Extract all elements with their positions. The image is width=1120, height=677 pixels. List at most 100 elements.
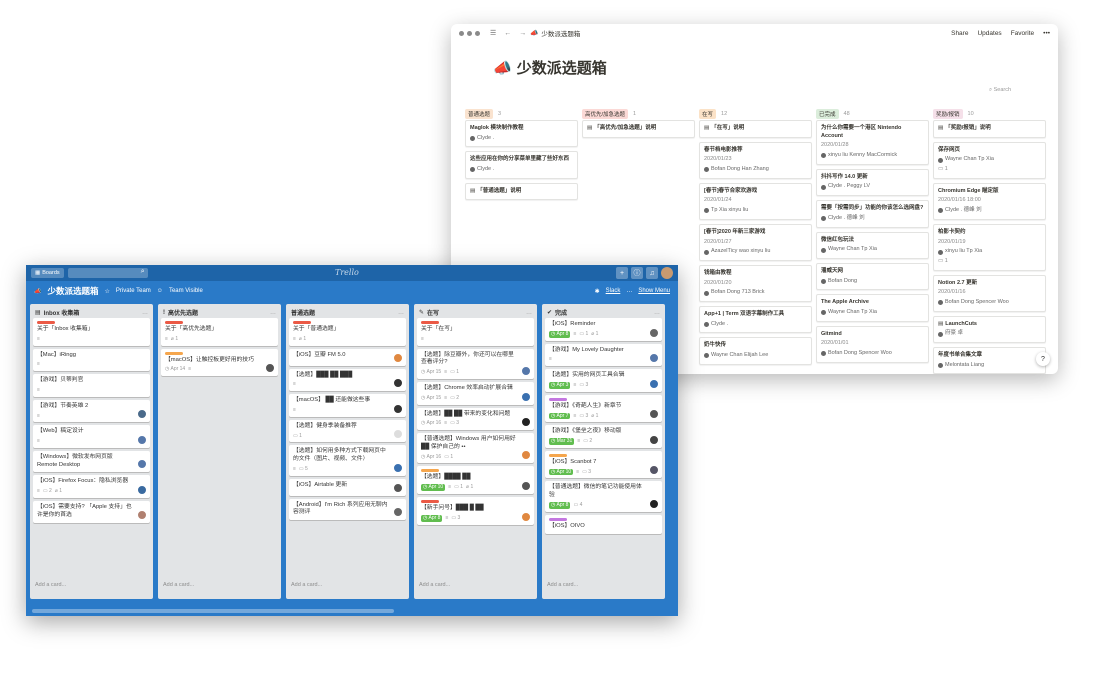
add-card-link[interactable]: Add a card... — [161, 580, 278, 588]
window-controls[interactable] — [459, 30, 480, 36]
trello-card[interactable]: 【iOS】需要支持? 「Apple 支持」也许是你的首选 — [33, 501, 150, 523]
board-card[interactable]: Maglok 模块制作教程 Clyde . — [465, 120, 578, 148]
column-tag[interactable]: 高优先/加急选题 — [582, 109, 629, 119]
trello-card[interactable]: 【iOS】Reminder ◷ Apr 8 ≡ ▭ 1 ⌀ 1 — [545, 318, 662, 341]
help-button[interactable]: ? — [1036, 352, 1050, 366]
list-menu-icon[interactable]: … — [398, 310, 404, 316]
trello-card[interactable]: 【iOS】豆瓣 FM 5.0 — [289, 348, 406, 366]
trello-logo[interactable]: Trello — [335, 268, 359, 277]
team-button[interactable]: Private Team — [116, 288, 151, 294]
trello-card[interactable]: 【游戏】《堡垒之夜》移动版 ◷ Mar 31 ≡ ▭ 2 — [545, 425, 662, 448]
trello-card[interactable]: 【新手问号】███ █ ██ ◷ Apr 8 ≡ ▭ 3 — [417, 497, 534, 525]
list-header[interactable]: ! 高优先选题… — [161, 307, 278, 318]
member-avatar[interactable] — [521, 391, 531, 402]
column-tag[interactable]: 已完成 — [816, 109, 839, 119]
board-card[interactable]: 年度书单合集文章 Melontata Liang — [933, 347, 1046, 374]
board-card[interactable]: ▤ 「高优先/加急选题」说明 — [582, 120, 695, 138]
trello-card[interactable]: 【普通选题】Windows 用户如何用好 ██ 保护自己的 •• ◷ Apr 16… — [417, 433, 534, 464]
list-header[interactable]: ✔ 完成… — [545, 307, 662, 318]
updates-button[interactable]: Updates — [977, 30, 1001, 37]
board-card[interactable]: 钱箱由教程 2020/01/20 Bofan Dong 713 Brick — [699, 264, 812, 302]
add-icon[interactable]: + — [616, 267, 628, 279]
trello-card[interactable]: 【iOS】Firefox Focus：隐私浏览器 ≡ ▭ 2 ⌀ 1 — [33, 475, 150, 498]
menu-icon[interactable]: ☰ — [490, 29, 496, 37]
member-avatar[interactable] — [649, 498, 659, 509]
add-card-link[interactable]: Add a card... — [545, 580, 662, 588]
search-button[interactable]: ⌕ Search — [989, 87, 1011, 94]
member-avatar[interactable] — [137, 485, 147, 495]
trello-card[interactable]: 【Mac】iRingg ≡ — [33, 348, 150, 372]
trello-card[interactable]: 【iOS】OIVO — [545, 514, 662, 534]
board-card[interactable]: 柏影卡契约 2020/01/19 xinyu liu Tp Xia ▭ 1 — [933, 223, 1046, 271]
board-card[interactable]: 这些应用在你的分享菜单里藏了些好东西 Clyde . — [465, 151, 578, 179]
member-avatar[interactable] — [393, 482, 403, 493]
list-header[interactable]: ▤ Inbox 收集箱… — [33, 307, 150, 318]
trello-card[interactable]: 【游戏】节奏英雄 2 ≡ — [33, 399, 150, 423]
board-card[interactable]: 潘威天网 Bofan Dong — [816, 262, 929, 291]
trello-card[interactable]: 关于「Inbox 收集箱」 ≡ — [33, 318, 150, 346]
board-card[interactable]: 保存网页 Wayne Chan Tp Xia ▭ 1 — [933, 141, 1046, 179]
trello-card[interactable]: 【macOS】让触控板更好用的技巧 ◷ Apr 14 ≡ — [161, 348, 278, 377]
star-icon[interactable]: ☆ — [105, 288, 110, 295]
board-card[interactable]: ▤ 「奖励/报销」说明 — [933, 120, 1046, 138]
back-arrow-icon[interactable]: ← — [504, 30, 511, 37]
trello-card[interactable]: 【Windows】微软发布网页版 Remote Desktop — [33, 450, 150, 473]
show-menu-link[interactable]: Show Menu — [638, 288, 670, 294]
search-input[interactable]: ⌕ — [67, 268, 148, 278]
board-card[interactable]: Notion 2.7 更新 2020/01/16 Bofan Dong Spence… — [933, 274, 1046, 312]
board-card[interactable]: 微信红包玩法 Wayne Chan Tp Xia — [816, 231, 929, 259]
member-avatar[interactable] — [521, 365, 531, 376]
trello-card[interactable]: 【macOS】 ██ 还能做这些事 ≡ — [289, 394, 406, 417]
member-avatar[interactable] — [521, 511, 531, 522]
trello-card[interactable]: 【选题】实用的网页工具合辑 ◷ Apr 3 ≡ ▭ 3 — [545, 369, 662, 392]
board-card[interactable]: Gitmind 2020/01/01 Bofan Dong Spencer Woo — [816, 325, 929, 363]
list-header[interactable]: ✎ 在写… — [417, 307, 534, 318]
trello-card[interactable]: 【选题】除豆瓣外，你还可以在哪里查看评分? ◷ Apr 15 ≡ ▭ 1 — [417, 348, 534, 379]
trello-card[interactable]: 【Android】I'm Rich 系列应用无聊内容测评 — [289, 498, 406, 521]
list-header[interactable]: 普通选题… — [289, 307, 406, 318]
breadcrumb[interactable]: 少数派选题箱 — [541, 28, 580, 38]
member-avatar[interactable] — [649, 434, 659, 445]
trello-card[interactable]: 【选题】██ ██ 带来的变化和问题 ◷ Apr 16 ≡ ▭ 3 — [417, 407, 534, 431]
board-card[interactable]: [春节]2020 年新三家游戏 2020/01/27 AzazelTicy wao … — [699, 223, 812, 261]
column-tag[interactable]: 奖励/报销 — [933, 109, 963, 119]
more-button[interactable]: ••• — [1043, 30, 1050, 37]
trello-card[interactable]: 【iOS】Scanbot 7 ◷ Apr 10 ≡ ▭ 3 — [545, 450, 662, 479]
member-avatar[interactable] — [393, 462, 403, 473]
trello-card[interactable]: 关于「高优先选题」 ≡ ⌀ 1 — [161, 318, 278, 346]
board-card[interactable]: 春节档电影推荐 2020/01/23 Bofan Dong Han Zhang — [699, 141, 812, 179]
list-menu-icon[interactable]: … — [526, 310, 532, 316]
member-avatar[interactable] — [521, 481, 531, 491]
list-menu-icon[interactable]: … — [270, 310, 276, 316]
board-name[interactable]: 少数派选题箱 — [47, 285, 98, 297]
member-avatar[interactable] — [649, 378, 659, 389]
board-card[interactable]: ▤ 「普通选题」说明 — [465, 182, 578, 201]
trello-card[interactable]: 【选题】███ ██ ███ ≡ — [289, 368, 406, 392]
member-avatar[interactable] — [137, 434, 147, 445]
column-tag[interactable]: 在写 — [699, 109, 717, 119]
board-card[interactable]: ▤ 「在写」说明 — [699, 120, 812, 138]
trello-card[interactable]: 【选题】Chrome 效率启动扩展合辑 ◷ Apr 15 ≡ ▭ 2 — [417, 381, 534, 405]
avatar[interactable] — [661, 267, 673, 279]
trello-card[interactable]: 【游戏】My Lovely Daughter ≡ — [545, 343, 662, 367]
horizontal-scrollbar[interactable] — [32, 609, 394, 613]
forward-arrow-icon[interactable]: → — [519, 30, 526, 37]
member-avatar[interactable] — [393, 352, 403, 363]
member-avatar[interactable] — [649, 327, 659, 338]
trello-card[interactable]: 【游戏】《奇葩人生》新章节 ◷ Apr 7 ≡ ▭ 3 ⌀ 1 — [545, 394, 662, 423]
member-avatar[interactable] — [521, 417, 531, 428]
member-avatar[interactable] — [393, 403, 403, 414]
list-menu-icon[interactable]: … — [654, 310, 660, 316]
board-card[interactable]: Chromium Edge 瞄定版 2020/01/16 18:00 Clyde .… — [933, 182, 1046, 220]
member-avatar[interactable] — [137, 509, 147, 520]
board-card[interactable]: 抖抖写作 14.0 更新 Clyde . Peggy LV — [816, 168, 929, 197]
bell-icon[interactable]: ♫ — [646, 267, 658, 279]
trello-card[interactable]: 【iOS】Airtable 更新 — [289, 478, 406, 496]
boards-button[interactable]: ▦ Boards — [31, 268, 64, 278]
visibility-button[interactable]: Team Visible — [169, 288, 203, 294]
slack-link[interactable]: Slack — [606, 288, 621, 294]
trello-card[interactable]: 【选题】健身季装备推荐 ▭ 1 — [289, 419, 406, 443]
column-tag[interactable]: 普通选题 — [465, 109, 494, 119]
trello-card[interactable]: 【普通选题】微信的笔记功能使用体验 ◷ Apr 8 ▭ 4 — [545, 481, 662, 512]
trello-card[interactable]: 【游戏】贝蒂判官 ≡ — [33, 374, 150, 397]
